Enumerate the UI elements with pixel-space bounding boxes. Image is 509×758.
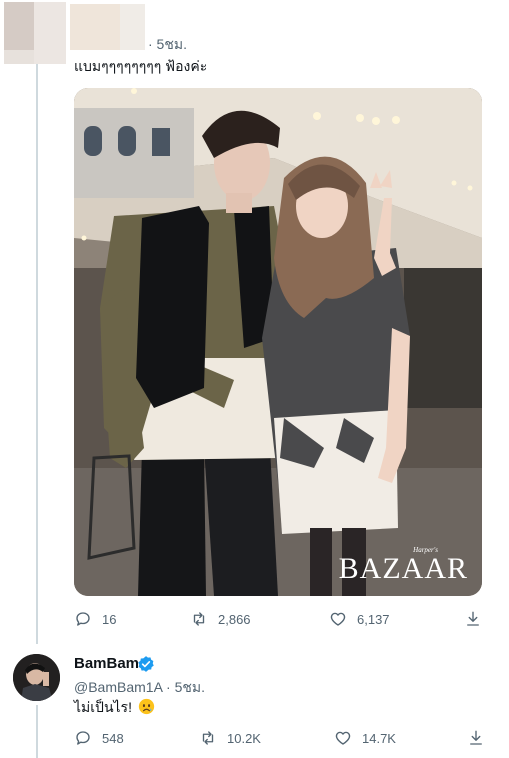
blurred-avatar[interactable] — [4, 2, 66, 64]
reply-button[interactable]: 548 — [74, 729, 124, 747]
reply-icon — [76, 612, 90, 626]
like-icon — [335, 731, 351, 745]
like-button[interactable]: 6,137 — [329, 610, 390, 628]
retweet-icon — [193, 612, 205, 626]
tweet-timestamp[interactable]: · 5ชม. — [148, 34, 187, 56]
thread-connector-line — [36, 705, 38, 758]
like-icon — [330, 612, 346, 626]
share-button[interactable] — [464, 610, 482, 628]
like-count: 14.7K — [362, 730, 396, 746]
reply-count: 16 — [102, 611, 117, 627]
reply-icon — [76, 731, 90, 745]
user-handle-and-time[interactable]: @BamBam1A · 5ชม. — [74, 677, 205, 699]
share-icon — [467, 611, 479, 626]
user-display-name[interactable]: BamBam — [74, 655, 139, 672]
magazine-watermark: BAZAAR — [338, 552, 468, 585]
blurred-user-name[interactable] — [70, 4, 145, 50]
verified-badge-icon — [138, 656, 154, 672]
like-count: 6,137 — [357, 611, 390, 627]
tweet-photo[interactable]: Harper's BAZAAR — [74, 88, 482, 596]
like-button[interactable]: 14.7K — [334, 729, 396, 747]
reply-button[interactable]: 16 — [74, 610, 116, 628]
avatar[interactable] — [13, 654, 60, 701]
retweet-icon — [202, 731, 214, 745]
retweet-count: 10.2K — [227, 730, 261, 746]
tweet-text: ไม่เป็นไร! — [74, 697, 155, 719]
tweet-text: แบมๆๆๆๆๆๆๆๆ ฟ้องค่ะ — [74, 58, 208, 74]
share-button[interactable] — [467, 729, 485, 747]
retweet-button[interactable]: 10.2K — [199, 729, 261, 747]
share-icon — [470, 730, 482, 745]
retweet-count: 2,866 — [218, 611, 251, 627]
thread-connector-line — [36, 60, 38, 644]
tweet-text-content: ไม่เป็นไร! — [74, 699, 132, 715]
reply-count: 548 — [102, 730, 124, 746]
worried-face-emoji-icon — [138, 698, 155, 715]
retweet-button[interactable]: 2,866 — [190, 610, 251, 628]
